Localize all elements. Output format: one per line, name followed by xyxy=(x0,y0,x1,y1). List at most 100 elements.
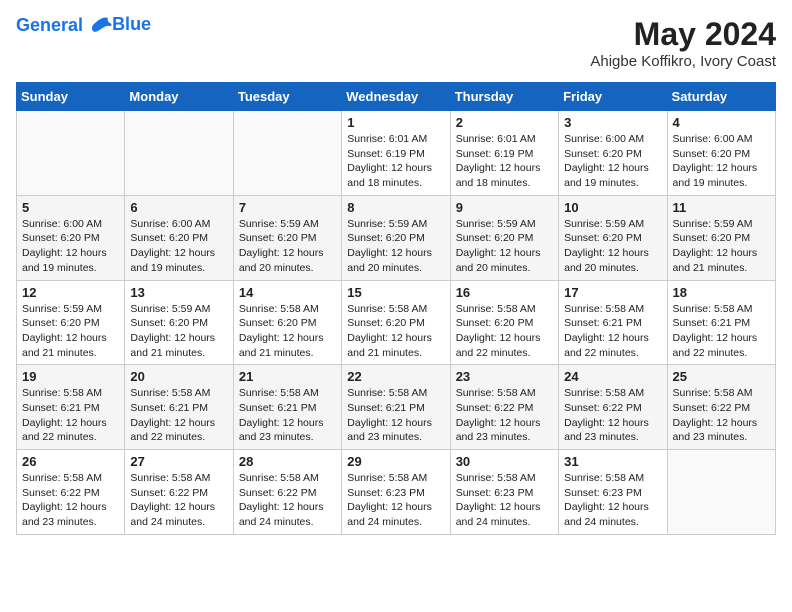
calendar-day-16: 16 Sunrise: 5:58 AM Sunset: 6:20 PM Dayli… xyxy=(450,280,558,365)
day-number: 25 xyxy=(673,369,770,384)
logo-general: General xyxy=(16,15,83,35)
weekday-header-sunday: Sunday xyxy=(17,83,125,111)
day-info: Sunrise: 5:58 AM Sunset: 6:20 PM Dayligh… xyxy=(347,302,444,361)
day-info: Sunrise: 5:58 AM Sunset: 6:21 PM Dayligh… xyxy=(239,386,336,445)
day-number: 12 xyxy=(22,285,119,300)
weekday-header-monday: Monday xyxy=(125,83,233,111)
weekday-header-wednesday: Wednesday xyxy=(342,83,450,111)
day-info: Sunrise: 6:00 AM Sunset: 6:20 PM Dayligh… xyxy=(130,217,227,276)
calendar-day-15: 15 Sunrise: 5:58 AM Sunset: 6:20 PM Dayli… xyxy=(342,280,450,365)
day-info: Sunrise: 5:58 AM Sunset: 6:21 PM Dayligh… xyxy=(130,386,227,445)
day-number: 22 xyxy=(347,369,444,384)
empty-day-cell xyxy=(17,111,125,196)
calendar-week-5: 26 Sunrise: 5:58 AM Sunset: 6:22 PM Dayli… xyxy=(17,450,776,535)
day-info: Sunrise: 5:58 AM Sunset: 6:20 PM Dayligh… xyxy=(456,302,553,361)
day-number: 7 xyxy=(239,200,336,215)
calendar-day-12: 12Sunrise: 5:59 AM Sunset: 6:20 PM Dayli… xyxy=(17,280,125,365)
day-number: 11 xyxy=(673,200,770,215)
day-number: 14 xyxy=(239,285,336,300)
day-number: 27 xyxy=(130,454,227,469)
month-year-title: May 2024 xyxy=(590,16,776,53)
day-number: 4 xyxy=(673,115,770,130)
day-info: Sunrise: 5:58 AM Sunset: 6:22 PM Dayligh… xyxy=(130,471,227,530)
day-number: 2 xyxy=(456,115,553,130)
day-number: 9 xyxy=(456,200,553,215)
day-number: 30 xyxy=(456,454,553,469)
day-number: 31 xyxy=(564,454,661,469)
calendar-day-31: 31 Sunrise: 5:58 AM Sunset: 6:23 PM Dayli… xyxy=(559,450,667,535)
day-number: 6 xyxy=(130,200,227,215)
day-number: 17 xyxy=(564,285,661,300)
calendar-day-23: 23 Sunrise: 5:58 AM Sunset: 6:22 PM Dayli… xyxy=(450,365,558,450)
empty-day-cell xyxy=(667,450,775,535)
calendar-day-24: 24 Sunrise: 5:58 AM Sunset: 6:22 PM Dayli… xyxy=(559,365,667,450)
day-info: Sunrise: 5:59 AM Sunset: 6:20 PM Dayligh… xyxy=(564,217,661,276)
day-info: Sunrise: 5:58 AM Sunset: 6:21 PM Dayligh… xyxy=(347,386,444,445)
day-number: 3 xyxy=(564,115,661,130)
day-info: Sunrise: 5:59 AM Sunset: 6:20 PM Dayligh… xyxy=(239,217,336,276)
day-info: Sunrise: 5:58 AM Sunset: 6:22 PM Dayligh… xyxy=(673,386,770,445)
day-info: Sunrise: 6:00 AM Sunset: 6:20 PM Dayligh… xyxy=(564,132,661,191)
title-block: May 2024 Ahigbe Koffikro, Ivory Coast xyxy=(590,16,776,70)
day-info: Sunrise: 5:58 AM Sunset: 6:22 PM Dayligh… xyxy=(456,386,553,445)
day-number: 1 xyxy=(347,115,444,130)
day-info: Sunrise: 5:59 AM Sunset: 6:20 PM Dayligh… xyxy=(130,302,227,361)
calendar-day-29: 29 Sunrise: 5:58 AM Sunset: 6:23 PM Dayli… xyxy=(342,450,450,535)
empty-day-cell xyxy=(233,111,341,196)
day-number: 28 xyxy=(239,454,336,469)
day-info: Sunrise: 5:58 AM Sunset: 6:21 PM Dayligh… xyxy=(22,386,119,445)
day-info: Sunrise: 5:59 AM Sunset: 6:20 PM Dayligh… xyxy=(347,217,444,276)
day-number: 23 xyxy=(456,369,553,384)
day-info: Sunrise: 5:58 AM Sunset: 6:23 PM Dayligh… xyxy=(564,471,661,530)
calendar-day-18: 18 Sunrise: 5:58 AM Sunset: 6:21 PM Dayli… xyxy=(667,280,775,365)
location-title: Ahigbe Koffikro, Ivory Coast xyxy=(590,53,776,70)
weekday-header-thursday: Thursday xyxy=(450,83,558,111)
calendar-day-4: 4 Sunrise: 6:00 AM Sunset: 6:20 PM Daylig… xyxy=(667,111,775,196)
calendar-day-10: 10Sunrise: 5:59 AM Sunset: 6:20 PM Dayli… xyxy=(559,195,667,280)
day-info: Sunrise: 5:58 AM Sunset: 6:22 PM Dayligh… xyxy=(564,386,661,445)
calendar-day-27: 27 Sunrise: 5:58 AM Sunset: 6:22 PM Dayli… xyxy=(125,450,233,535)
weekday-header-row: SundayMondayTuesdayWednesdayThursdayFrid… xyxy=(17,83,776,111)
calendar-day-7: 7 Sunrise: 5:59 AM Sunset: 6:20 PM Daylig… xyxy=(233,195,341,280)
logo-blue: Blue xyxy=(112,15,151,35)
day-info: Sunrise: 6:00 AM Sunset: 6:20 PM Dayligh… xyxy=(673,132,770,191)
day-number: 29 xyxy=(347,454,444,469)
day-number: 16 xyxy=(456,285,553,300)
calendar-day-1: 1Sunrise: 6:01 AM Sunset: 6:19 PM Daylig… xyxy=(342,111,450,196)
calendar-week-3: 12 Sunrise: 5:59 AM Sunset: 6:20 PM Dayli… xyxy=(17,280,776,365)
day-number: 13 xyxy=(130,285,227,300)
day-number: 20 xyxy=(130,369,227,384)
weekday-header-saturday: Saturday xyxy=(667,83,775,111)
calendar-day-26: 26 Sunrise: 5:58 AM Sunset: 6:22 PM Dayli… xyxy=(17,450,125,535)
day-info: Sunrise: 5:59 AM Sunset: 6:20 PM Dayligh… xyxy=(456,217,553,276)
calendar-day-17: 17 Sunrise: 5:58 AM Sunset: 6:21 PM Dayli… xyxy=(559,280,667,365)
calendar-day-3: 3 Sunrise: 6:00 AM Sunset: 6:20 PM Daylig… xyxy=(559,111,667,196)
day-number: 19 xyxy=(22,369,119,384)
calendar-week-2: 5 Sunrise: 6:00 AM Sunset: 6:20 PM Daylig… xyxy=(17,195,776,280)
day-number: 26 xyxy=(22,454,119,469)
calendar-day-6: 6 Sunrise: 6:00 AM Sunset: 6:20 PM Daylig… xyxy=(125,195,233,280)
day-info: Sunrise: 6:00 AM Sunset: 6:20 PM Dayligh… xyxy=(22,217,119,276)
day-number: 18 xyxy=(673,285,770,300)
day-info: Sunrise: 5:58 AM Sunset: 6:23 PM Dayligh… xyxy=(456,471,553,530)
day-info: Sunrise: 5:58 AM Sunset: 6:21 PM Dayligh… xyxy=(564,302,661,361)
calendar-day-13: 13 Sunrise: 5:59 AM Sunset: 6:20 PM Dayli… xyxy=(125,280,233,365)
calendar-day-9: 9 Sunrise: 5:59 AM Sunset: 6:20 PM Daylig… xyxy=(450,195,558,280)
logo: General Blue xyxy=(16,16,151,36)
day-info: Sunrise: 5:58 AM Sunset: 6:23 PM Dayligh… xyxy=(347,471,444,530)
calendar-week-4: 19 Sunrise: 5:58 AM Sunset: 6:21 PM Dayli… xyxy=(17,365,776,450)
calendar-day-20: 20 Sunrise: 5:58 AM Sunset: 6:21 PM Dayli… xyxy=(125,365,233,450)
day-number: 15 xyxy=(347,285,444,300)
logo-bird-icon xyxy=(90,16,112,36)
calendar-table: SundayMondayTuesdayWednesdayThursdayFrid… xyxy=(16,82,776,535)
calendar-day-30: 30 Sunrise: 5:58 AM Sunset: 6:23 PM Dayli… xyxy=(450,450,558,535)
calendar-day-11: 11Sunrise: 5:59 AM Sunset: 6:20 PM Dayli… xyxy=(667,195,775,280)
day-info: Sunrise: 5:58 AM Sunset: 6:22 PM Dayligh… xyxy=(22,471,119,530)
day-number: 21 xyxy=(239,369,336,384)
day-number: 5 xyxy=(22,200,119,215)
day-number: 24 xyxy=(564,369,661,384)
day-number: 8 xyxy=(347,200,444,215)
calendar-day-28: 28Sunrise: 5:58 AM Sunset: 6:22 PM Dayli… xyxy=(233,450,341,535)
day-info: Sunrise: 5:58 AM Sunset: 6:21 PM Dayligh… xyxy=(673,302,770,361)
page-header: General Blue May 2024 Ahigbe Koffikro, I… xyxy=(16,16,776,70)
